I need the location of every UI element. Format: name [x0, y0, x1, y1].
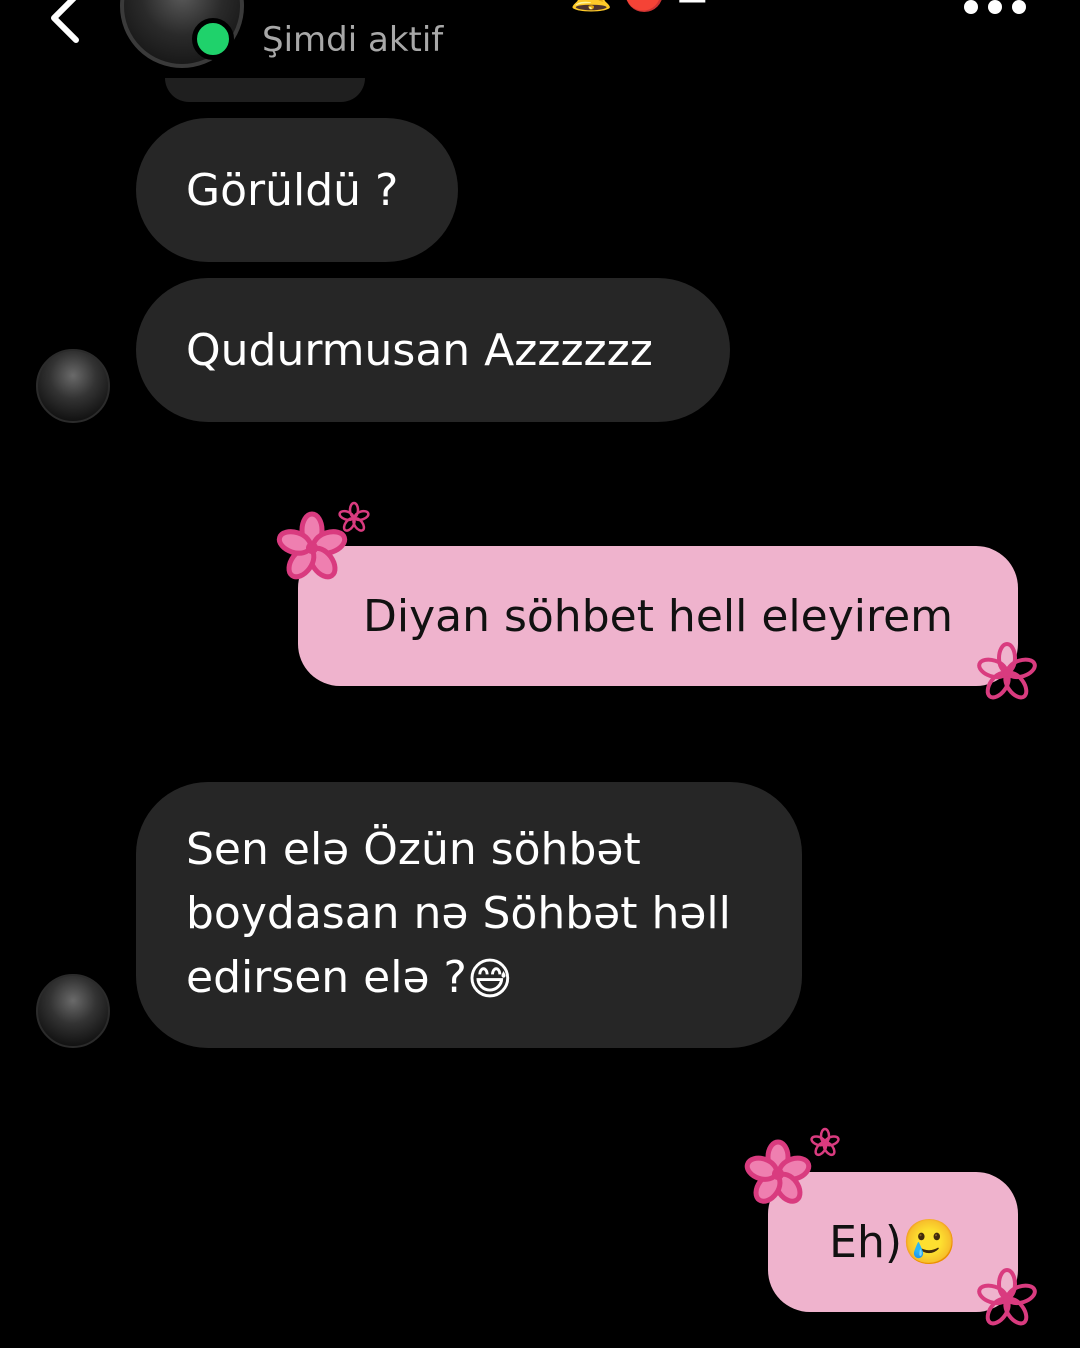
sweat-smile-emoji: 😅: [466, 954, 513, 1005]
sender-avatar[interactable]: [36, 349, 110, 423]
incoming-message-bubble[interactable]: Sen elə Özün söhbət boydasan nə Söhbət h…: [136, 782, 802, 1048]
smiling-tear-emoji: 🥲: [902, 1217, 957, 1268]
more-dot-icon: [1012, 0, 1026, 14]
contact-name[interactable]: ▪▪▪▪▪▪▪▪▪▪▪▪▪: [262, 0, 512, 2]
active-status: Şimdi aktif: [262, 20, 444, 60]
flower-icon: [974, 1266, 1040, 1332]
message-text: Görüldü ?: [186, 164, 399, 216]
outgoing-message-bubble[interactable]: Diyan söhbet hell eleyirem: [298, 546, 1018, 686]
message-text: Eh): [829, 1216, 903, 1268]
flower-icon: [742, 1138, 814, 1210]
previous-message-edge: [165, 78, 365, 102]
chat-header: ▪▪▪▪▪▪▪▪▪▪▪▪▪ Şimdi aktif 🔔 🔴 ▬: [0, 0, 1080, 80]
flower-icon: [808, 1126, 842, 1160]
online-status-dot: [192, 18, 234, 60]
message-text: Sen elə Özün söhbət boydasan nə Söhbət h…: [186, 824, 731, 1003]
flower-icon: [336, 500, 372, 536]
flower-icon: [974, 640, 1040, 706]
sender-avatar[interactable]: [36, 974, 110, 1048]
back-button[interactable]: [40, 0, 100, 50]
incoming-message-bubble[interactable]: Qudurmusan Azzzzzz: [136, 278, 730, 422]
more-dot-icon: [964, 0, 978, 14]
incoming-message-bubble[interactable]: Görüldü ?: [136, 118, 458, 262]
message-text: Qudurmusan Azzzzzz: [186, 324, 653, 376]
more-options-button[interactable]: [960, 0, 1032, 22]
message-content: Sen elə Özün söhbət boydasan nə Söhbət h…: [186, 818, 752, 1012]
message-text: Diyan söhbet hell eleyirem: [362, 590, 954, 642]
header-emoji-badges: 🔔 🔴 ▬: [570, 0, 708, 14]
chevron-left-icon: [51, 0, 79, 43]
more-dot-icon: [988, 0, 1002, 14]
